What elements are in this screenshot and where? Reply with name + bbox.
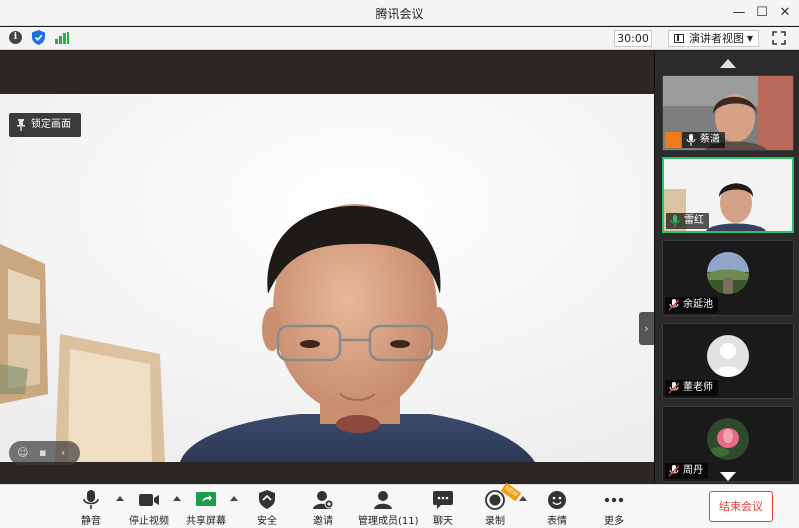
mic-muted-icon: [669, 299, 679, 311]
participant-label: 蔡潇: [682, 132, 725, 148]
participant-name: 董老师: [683, 382, 713, 393]
audio-options-caret[interactable]: [116, 496, 124, 501]
video-camera-icon: [139, 494, 159, 506]
participant-label: 周丹: [665, 463, 708, 479]
emoji-icon[interactable]: ☺: [17, 446, 28, 459]
share-options-caret[interactable]: [230, 496, 238, 501]
shield-icon: [259, 490, 275, 509]
mute-button[interactable]: 静音: [76, 487, 106, 527]
participant-name: 雷红: [684, 215, 704, 226]
speaker-video: [0, 94, 654, 462]
participant-label: 董老师: [665, 380, 718, 396]
share-screen-icon: [196, 492, 216, 506]
video-options-caret[interactable]: [173, 496, 181, 501]
chat-button[interactable]: 聊天: [428, 487, 458, 527]
more-label: 更多: [604, 516, 624, 527]
more-button[interactable]: 更多: [599, 487, 629, 527]
comment-icon[interactable]: ▪: [39, 446, 46, 459]
participant-tile[interactable]: 蔡潇: [662, 75, 794, 151]
share-screen-button[interactable]: 共享屏幕: [186, 487, 226, 527]
mic-icon: [670, 215, 680, 227]
share-screen-label: 共享屏幕: [186, 516, 226, 527]
participant-tile[interactable]: 周丹: [662, 406, 794, 482]
security-label: 安全: [257, 516, 277, 527]
host-icon: [665, 132, 681, 148]
security-button[interactable]: 安全: [252, 487, 282, 527]
smiley-icon: [548, 491, 566, 509]
window-title: 腾讯会议: [375, 7, 424, 21]
participant-panel: 蔡潇 雷红 余延池 董老师 周丹: [654, 51, 799, 484]
participant-tile[interactable]: 余延池: [662, 240, 794, 316]
info-bar: i 30:00 演讲者视图 ▼: [0, 27, 799, 50]
avatar: [707, 252, 749, 294]
mic-icon: [686, 134, 696, 146]
lock-view-label: 锁定画面: [31, 119, 71, 130]
participant-label: 雷红: [666, 213, 709, 229]
collapse-panel-handle[interactable]: ›: [639, 312, 654, 345]
shield-icon[interactable]: [32, 30, 45, 45]
participant-name: 周丹: [683, 465, 703, 476]
reactions-button[interactable]: 表情: [542, 487, 572, 527]
close-button[interactable]: ✕: [775, 3, 795, 23]
record-label: 录制: [485, 516, 505, 527]
mute-label: 静音: [81, 516, 101, 527]
signal-icon[interactable]: [55, 32, 69, 44]
stop-video-button[interactable]: 停止视频: [129, 487, 169, 527]
chat-icon: [433, 491, 453, 509]
main-video-area: 锁定画面 ☺ ▪ ‹ ›: [0, 51, 654, 484]
participant-name: 蔡潇: [700, 134, 720, 145]
view-mode-dropdown[interactable]: 演讲者视图 ▼: [668, 30, 759, 47]
lock-view-button[interactable]: 锁定画面: [9, 113, 81, 137]
chevron-left-icon[interactable]: ‹: [61, 446, 65, 459]
info-icon[interactable]: i: [9, 31, 22, 44]
invite-button[interactable]: 邀请: [308, 487, 338, 527]
record-options-caret[interactable]: [519, 496, 527, 501]
chat-label: 聊天: [433, 516, 453, 527]
maximize-button[interactable]: ☐: [752, 3, 772, 23]
quick-chat-pill[interactable]: ☺ ▪ ‹: [9, 441, 80, 465]
meeting-timer: 30:00: [614, 30, 652, 47]
invite-label: 邀请: [313, 516, 333, 527]
view-mode-label: 演讲者视图: [689, 32, 744, 45]
participant-tile[interactable]: 董老师: [662, 323, 794, 399]
reactions-label: 表情: [547, 516, 567, 527]
participant-tile-active[interactable]: 雷红: [662, 157, 794, 233]
add-user-icon: [313, 491, 334, 509]
participant-label: 余延池: [665, 297, 718, 313]
end-meeting-button[interactable]: 结束会议: [709, 491, 773, 522]
bottom-toolbar: 静音 停止视频 共享屏幕 安全 邀请 管理成员(11) 聊天 录制 NEW 表情…: [0, 482, 799, 528]
microphone-icon: [83, 490, 99, 509]
fullscreen-icon[interactable]: [772, 31, 786, 45]
manage-members-label: 管理成员(11): [358, 516, 419, 527]
caret-down-icon: ▼: [746, 34, 753, 43]
record-icon: [485, 490, 505, 510]
mic-muted-icon: [669, 465, 679, 477]
manage-members-button[interactable]: 管理成员(11): [358, 487, 419, 527]
more-dots-icon: [604, 497, 624, 503]
members-icon: [374, 491, 392, 509]
minimize-button[interactable]: —: [729, 3, 749, 23]
avatar: [707, 335, 749, 377]
mic-muted-icon: [669, 382, 679, 394]
title-bar: 腾讯会议 — ☐ ✕: [0, 0, 799, 26]
stop-video-label: 停止视频: [129, 516, 169, 527]
avatar: [707, 418, 749, 460]
scroll-up-icon[interactable]: [720, 59, 736, 68]
participant-name: 余延池: [683, 299, 713, 310]
pin-icon: [17, 119, 25, 131]
scroll-down-icon[interactable]: [720, 472, 736, 481]
layout-icon: [674, 34, 684, 43]
